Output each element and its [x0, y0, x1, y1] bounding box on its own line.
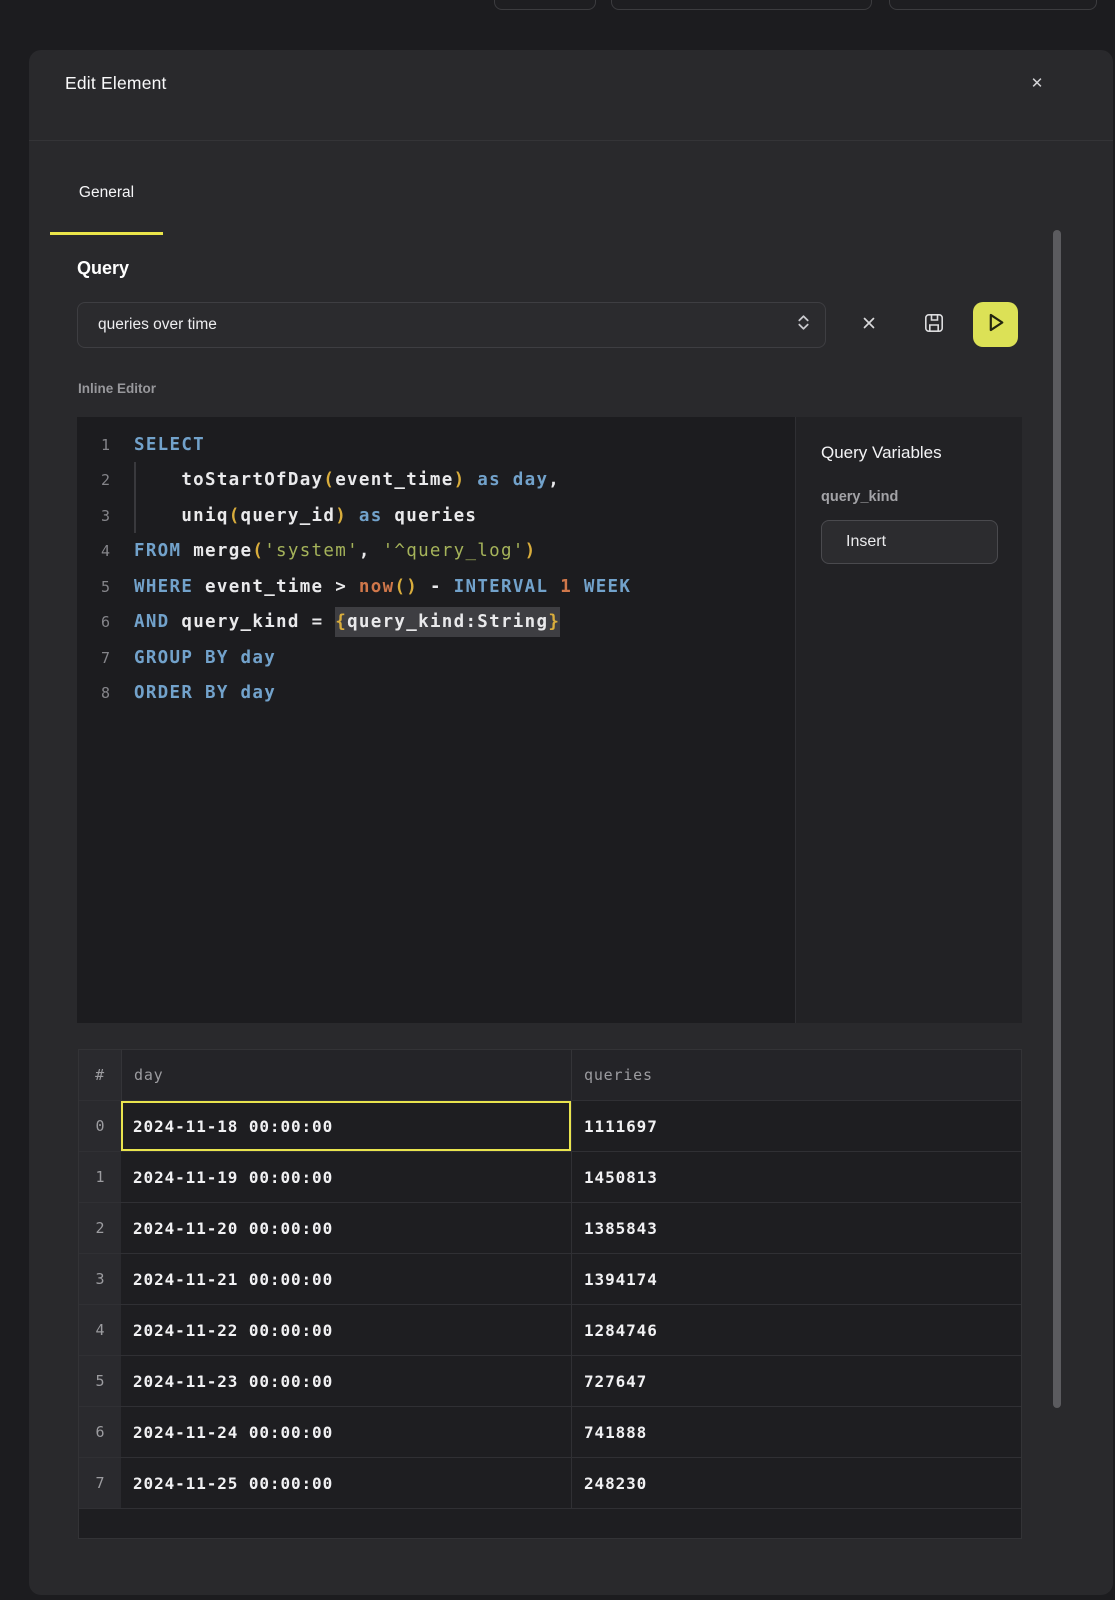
insert-variable-button[interactable]: Insert	[821, 520, 998, 564]
line-number: 7	[77, 649, 110, 667]
code-text: GROUP BY day	[134, 648, 276, 668]
table-row[interactable]: 62024-11-24 00:00:00741888	[79, 1406, 1021, 1457]
line-number: 5	[77, 578, 110, 596]
row-index-cell[interactable]: 5	[79, 1356, 121, 1406]
run-query-button[interactable]	[973, 302, 1018, 347]
line-number: 4	[77, 542, 110, 560]
row-index-cell[interactable]: 4	[79, 1305, 121, 1355]
code-line[interactable]: 8 ORDER BY day	[77, 676, 795, 712]
table-row[interactable]: 72024-11-25 00:00:00248230	[79, 1457, 1021, 1508]
day-cell[interactable]: 2024-11-22 00:00:00	[121, 1305, 571, 1355]
table-row[interactable]: 22024-11-20 00:00:001385843	[79, 1202, 1021, 1253]
code-line[interactable]: 2 toStartOfDay(event_time) as day,	[77, 463, 795, 499]
table-row[interactable]: 32024-11-21 00:00:001394174	[79, 1253, 1021, 1304]
table-row[interactable]: 12024-11-19 00:00:001450813	[79, 1151, 1021, 1202]
sql-editor: 1 SELECT 2 toStartOfDay(event_time) as day…	[77, 417, 1022, 1023]
queries-cell[interactable]: 1284746	[571, 1305, 1021, 1355]
code-text: AND query_kind = {query_kind:String}	[134, 612, 560, 632]
tab-general-label: General	[79, 184, 134, 232]
queries-cell[interactable]: 741888	[571, 1407, 1021, 1457]
clear-query-button[interactable]	[856, 313, 882, 337]
inline-editor-label: Inline Editor	[78, 381, 156, 396]
queries-cell[interactable]: 1394174	[571, 1254, 1021, 1304]
save-query-button[interactable]	[920, 311, 948, 339]
column-header-index[interactable]: #	[79, 1050, 121, 1100]
query-section-heading: Query	[77, 258, 129, 279]
code-area[interactable]: 1 SELECT 2 toStartOfDay(event_time) as day…	[77, 417, 795, 1023]
query-variables-panel: Query Variables query_kind Insert	[796, 417, 1022, 1023]
line-number: 2	[77, 471, 110, 489]
table-header-row: # day queries	[79, 1050, 1021, 1100]
code-text: FROM merge('system', '^query_log')	[134, 541, 536, 561]
column-header-day[interactable]: day	[121, 1050, 571, 1100]
queries-cell[interactable]: 1111697	[571, 1101, 1021, 1151]
row-index-cell[interactable]: 6	[79, 1407, 121, 1457]
code-text: SELECT	[134, 435, 205, 455]
row-index-cell[interactable]: 1	[79, 1152, 121, 1202]
code-line[interactable]: 3 uniq(query_id) as queries	[77, 498, 795, 534]
tab-general[interactable]: General	[50, 180, 163, 235]
variable-name-label: query_kind	[821, 489, 998, 505]
code-text: ORDER BY day	[134, 683, 276, 703]
day-cell[interactable]: 2024-11-21 00:00:00	[121, 1254, 571, 1304]
row-index-cell[interactable]: 0	[79, 1101, 121, 1151]
table-row[interactable]: 02024-11-18 00:00:001111697	[79, 1100, 1021, 1151]
day-cell[interactable]: 2024-11-20 00:00:00	[121, 1203, 571, 1253]
edit-element-modal: Edit Element ✕ General Query queries ove…	[29, 50, 1113, 1595]
day-cell[interactable]: 2024-11-23 00:00:00	[121, 1356, 571, 1406]
screen: Edit Element ✕ General Query queries ove…	[0, 0, 1115, 1600]
code-line[interactable]: 4 FROM merge('system', '^query_log')	[77, 534, 795, 570]
queries-cell[interactable]: 1385843	[571, 1203, 1021, 1253]
line-number: 8	[77, 684, 110, 702]
toolbar-button-1[interactable]	[494, 0, 596, 10]
queries-cell[interactable]: 248230	[571, 1458, 1021, 1508]
line-number: 3	[77, 507, 110, 525]
query-selector[interactable]: queries over time	[77, 302, 826, 348]
code-line[interactable]: 5 WHERE event_time > now() - INTERVAL 1 W…	[77, 569, 795, 605]
query-selector-value: queries over time	[98, 316, 796, 334]
indent-guide	[134, 462, 136, 533]
table-row[interactable]: 42024-11-22 00:00:001284746	[79, 1304, 1021, 1355]
results-table: # day queries 02024-11-18 00:00:00111169…	[78, 1049, 1022, 1539]
toolbar-button-2[interactable]	[611, 0, 872, 10]
code-line[interactable]: 7 GROUP BY day	[77, 640, 795, 676]
row-index-cell[interactable]: 7	[79, 1458, 121, 1508]
queries-cell[interactable]: 727647	[571, 1356, 1021, 1406]
toolbar-button-3[interactable]	[889, 0, 1097, 10]
row-index-cell[interactable]: 2	[79, 1203, 121, 1253]
column-header-queries[interactable]: queries	[571, 1050, 1021, 1100]
table-row[interactable]: 52024-11-23 00:00:00727647	[79, 1355, 1021, 1406]
day-cell[interactable]: 2024-11-19 00:00:00	[121, 1152, 571, 1202]
table-footer	[79, 1508, 1021, 1538]
modal-scrollbar-thumb[interactable]	[1053, 230, 1061, 1408]
modal-title: Edit Element	[65, 73, 167, 94]
close-icon[interactable]: ✕	[1024, 70, 1050, 96]
line-number: 1	[77, 436, 110, 454]
clear-icon	[861, 315, 877, 336]
day-cell[interactable]: 2024-11-24 00:00:00	[121, 1407, 571, 1457]
code-text: toStartOfDay(event_time) as day,	[134, 470, 560, 490]
day-cell[interactable]: 2024-11-25 00:00:00	[121, 1458, 571, 1508]
row-index-cell[interactable]: 3	[79, 1254, 121, 1304]
save-icon	[922, 311, 946, 340]
code-text: uniq(query_id) as queries	[134, 506, 477, 526]
query-variables-heading: Query Variables	[821, 443, 998, 463]
line-number: 6	[77, 613, 110, 631]
header-divider	[29, 140, 1113, 141]
code-line[interactable]: 1 SELECT	[77, 427, 795, 463]
day-cell[interactable]: 2024-11-18 00:00:00	[121, 1101, 571, 1151]
select-stepper-icon	[796, 312, 811, 338]
play-icon	[984, 311, 1007, 339]
code-text: WHERE event_time > now() - INTERVAL 1 WE…	[134, 577, 631, 597]
code-line[interactable]: 6 AND query_kind = {query_kind:String}	[77, 605, 795, 641]
table-body: 02024-11-18 00:00:00111169712024-11-19 0…	[79, 1100, 1021, 1508]
queries-cell[interactable]: 1450813	[571, 1152, 1021, 1202]
